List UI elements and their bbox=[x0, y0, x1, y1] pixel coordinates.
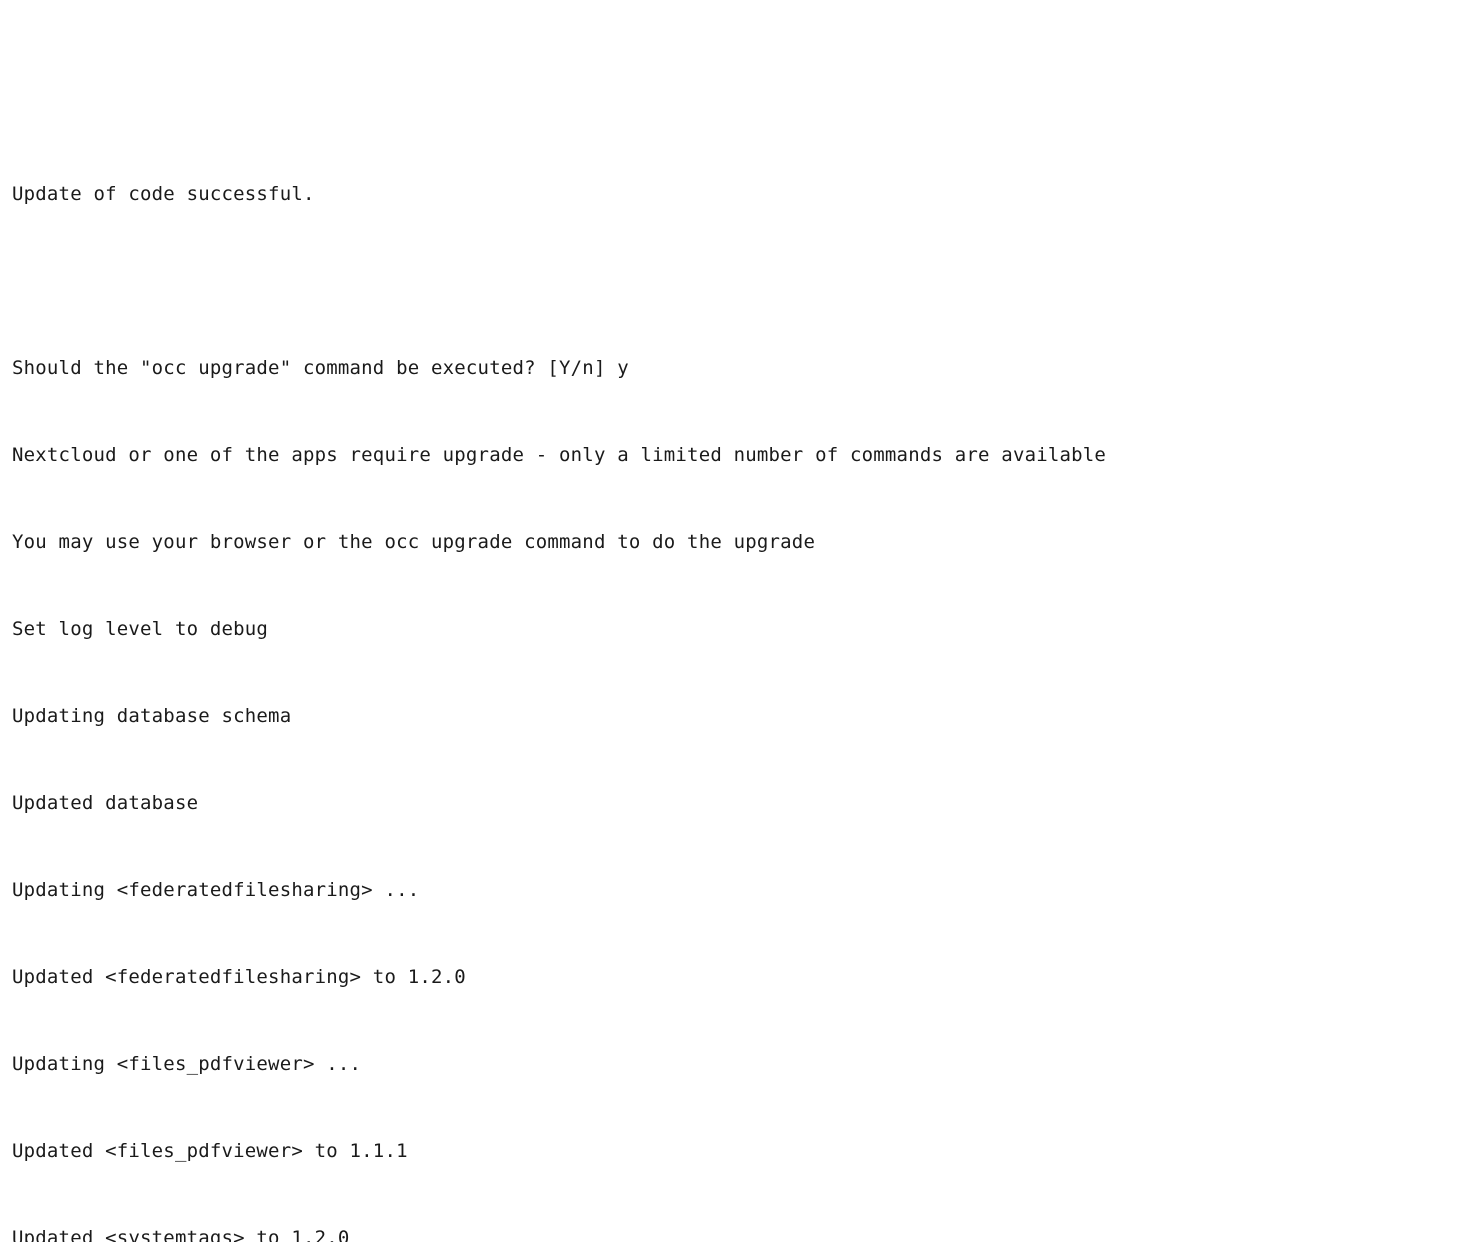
terminal-line: Updating <files_pdfviewer> ... bbox=[12, 1050, 1456, 1079]
terminal-line: Updating database schema bbox=[12, 702, 1456, 731]
terminal-line: Updated <systemtags> to 1.2.0 bbox=[12, 1224, 1456, 1242]
terminal-line: Updated <files_pdfviewer> to 1.1.1 bbox=[12, 1137, 1456, 1166]
terminal-line: You may use your browser or the occ upgr… bbox=[12, 528, 1456, 557]
terminal-line: Updating <federatedfilesharing> ... bbox=[12, 876, 1456, 905]
terminal-line: Nextcloud or one of the apps require upg… bbox=[12, 441, 1456, 470]
terminal-line: Updated <federatedfilesharing> to 1.2.0 bbox=[12, 963, 1456, 992]
terminal-line: Updated database bbox=[12, 789, 1456, 818]
terminal-line-blank bbox=[12, 267, 1456, 296]
terminal-output[interactable]: Update of code successful. Should the "o… bbox=[12, 122, 1456, 1242]
terminal-line: Set log level to debug bbox=[12, 615, 1456, 644]
terminal-line: Should the "occ upgrade" command be exec… bbox=[12, 354, 1456, 383]
terminal-line: Update of code successful. bbox=[12, 180, 1456, 209]
